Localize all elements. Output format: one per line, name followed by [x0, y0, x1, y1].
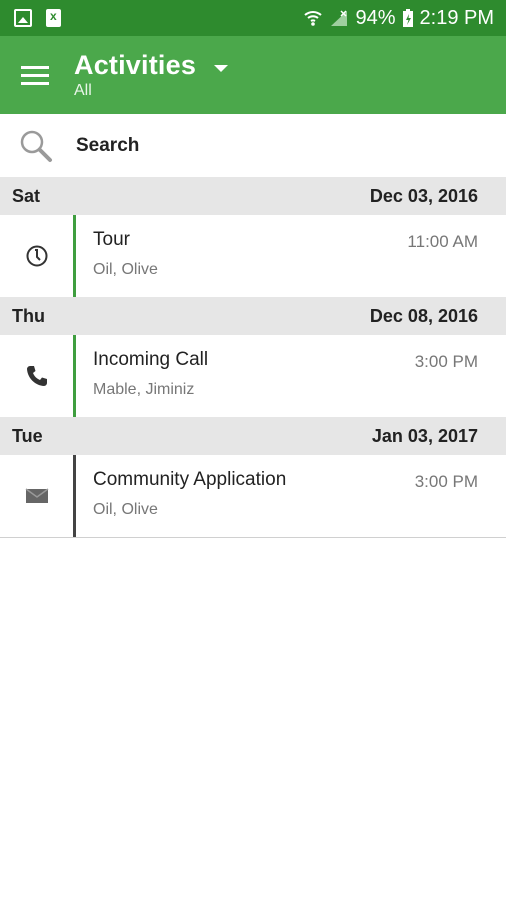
- search-icon: [0, 129, 76, 163]
- phone-icon: [0, 335, 73, 417]
- signal-icon: [329, 9, 349, 27]
- day-label: Tue: [12, 425, 43, 446]
- list-divider: [0, 537, 506, 538]
- date-header: Thu Dec 08, 2016: [0, 297, 506, 335]
- activity-time: 3:00 PM: [414, 472, 478, 491]
- activity-item[interactable]: Incoming Call Mable, Jiminiz 3:00 PM: [0, 335, 506, 417]
- date-label: Jan 03, 2017: [371, 425, 478, 446]
- filter-subtitle: All: [74, 82, 92, 99]
- status-bar: 94% 2:19 PM: [0, 0, 506, 36]
- day-label: Sat: [12, 185, 41, 206]
- status-indicators: 94% 2:19 PM: [303, 7, 494, 30]
- notification-icons: [14, 9, 61, 27]
- activity-people: Oil, Olive: [93, 261, 158, 278]
- date-label: Dec 08, 2016: [369, 305, 478, 326]
- activities-filter-dropdown[interactable]: Activities All: [74, 50, 229, 100]
- dropdown-arrow-icon: [214, 65, 229, 72]
- battery-icon: [402, 8, 414, 28]
- wifi-icon: [303, 9, 323, 27]
- battery-percent: 94%: [355, 6, 396, 29]
- activity-people: Mable, Jiminiz: [93, 381, 195, 398]
- date-header: Tue Jan 03, 2017: [0, 417, 506, 455]
- mail-icon: [0, 455, 73, 537]
- clock-time: 2:19 PM: [419, 6, 494, 29]
- activity-people: Oil, Olive: [93, 501, 158, 518]
- search-label: Search: [76, 135, 140, 156]
- search-row[interactable]: Search: [0, 114, 506, 178]
- date-header: Sat Dec 03, 2016: [0, 177, 506, 215]
- activity-item[interactable]: Tour Oil, Olive 11:00 AM: [0, 215, 506, 297]
- page-title: Activities: [74, 50, 197, 80]
- hamburger-menu-icon[interactable]: [0, 36, 70, 114]
- activity-time: 3:00 PM: [414, 352, 478, 371]
- app-bar: Activities All: [0, 36, 506, 114]
- image-notification-icon: [14, 9, 32, 27]
- date-label: Dec 03, 2016: [369, 185, 478, 206]
- day-label: Thu: [12, 305, 45, 326]
- activity-item[interactable]: Community Application Oil, Olive 3:00 PM: [0, 455, 506, 537]
- clock-icon: [0, 215, 73, 297]
- activity-time: 11:00 AM: [407, 232, 478, 251]
- document-notification-icon: [46, 9, 61, 27]
